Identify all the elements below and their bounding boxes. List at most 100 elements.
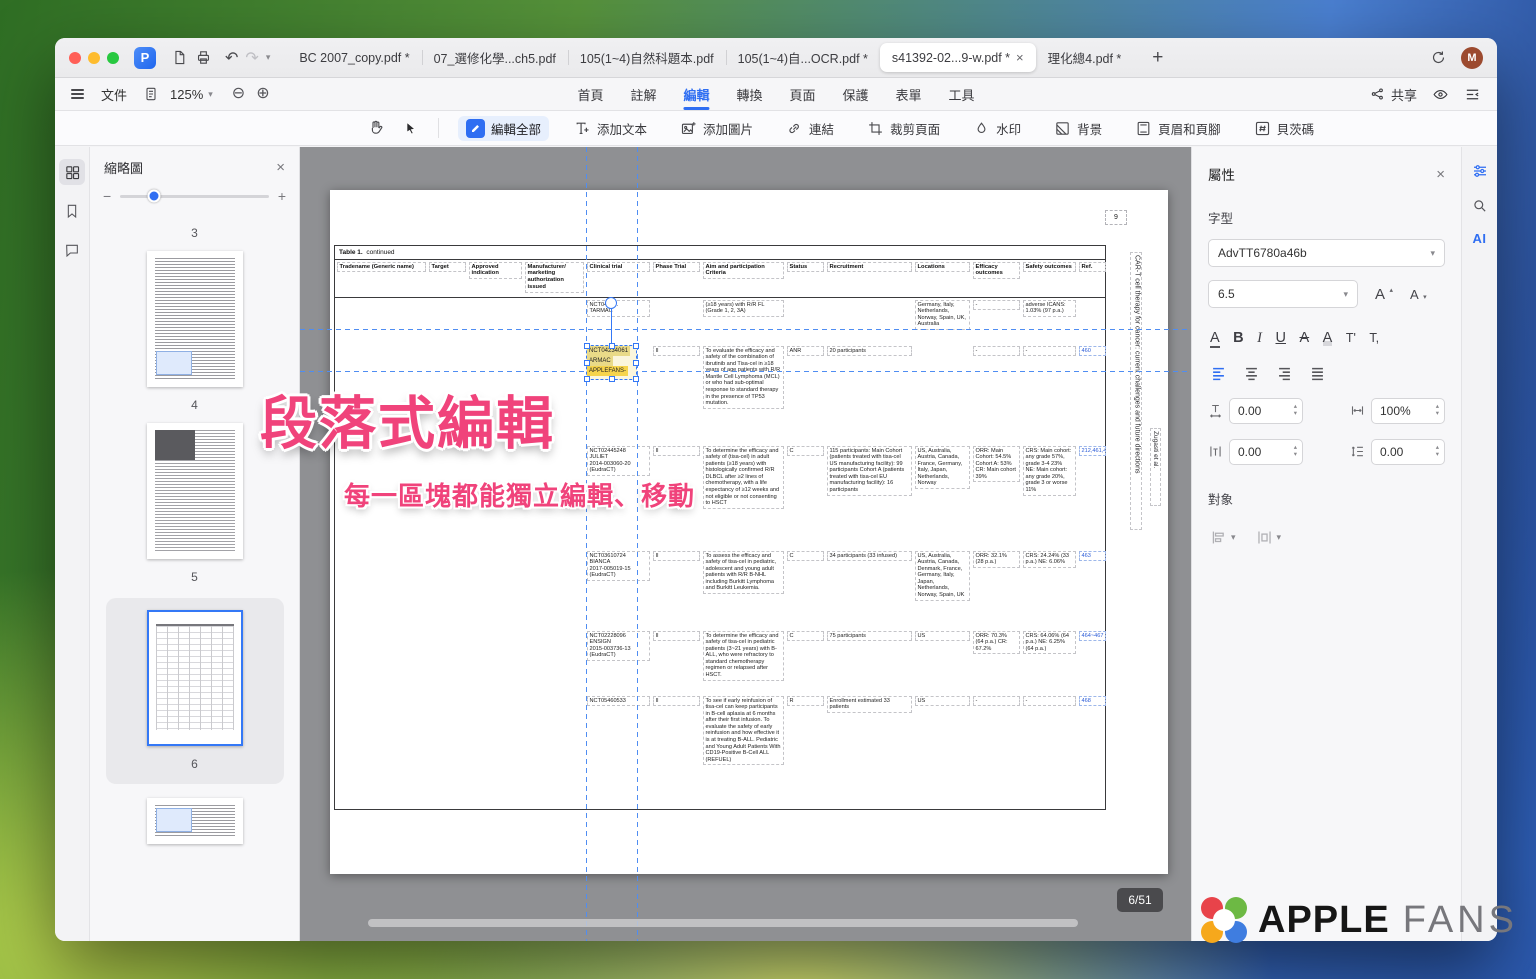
add-image-button[interactable]: 添加圖片 [672,116,761,141]
table-cell[interactable]: - [971,344,1021,444]
page-number-block[interactable]: 9 [1105,210,1127,225]
horizontal-scale-input[interactable]: 100% ▴▾ [1371,398,1445,424]
table-cell-text[interactable]: US, Australia, Austria, Canada, France, … [915,446,970,490]
document-canvas[interactable]: 9 CAR-T cell therapy for cancer: current… [300,147,1191,941]
font-family-select[interactable]: AdvTT6780a46b ▾ [1208,239,1445,267]
table-cell-text[interactable]: CRS: 24.24% (33 p.a.) NE: 6.06% [1023,551,1076,568]
table-cell[interactable]: 212,461,462 [1077,444,1107,549]
table-cell[interactable]: - [971,298,1021,344]
thumbnail-zoom-out-icon[interactable]: − [103,188,111,204]
selection-handle[interactable] [584,343,590,349]
page-fit-icon[interactable] [143,86,159,102]
zoom-out-button[interactable]: ⊖ [232,86,245,102]
decrease-font-size-button[interactable]: A▾ [1410,287,1427,302]
hand-tool[interactable] [367,119,385,137]
table-cell-text[interactable]: - [1023,696,1076,707]
table-cell-text[interactable]: NCT03610724 BIANCA 2017-005019-15 (Eudra… [587,551,650,581]
selection-handle[interactable] [609,343,615,349]
table-cell[interactable]: 464~467 [1077,629,1107,694]
table-cell[interactable] [785,298,825,344]
ai-assistant-button[interactable]: AI [1473,231,1487,246]
table-cell-text[interactable]: II [653,446,700,457]
tab-close-icon[interactable]: × [1016,50,1024,65]
table-cell[interactable]: 115 participants: Main Cohort (patients … [825,444,913,549]
align-center-button[interactable] [1243,365,1260,383]
table-cell-text[interactable]: 212,461,462 [1079,446,1106,457]
table-cell[interactable]: ANR [785,344,825,444]
new-tab-button[interactable]: + [1152,48,1163,67]
align-objects-dropdown[interactable]: ▾ [1210,529,1236,546]
table-cell[interactable]: 468 [1077,694,1107,809]
strikethrough-button[interactable]: A [1299,330,1309,346]
page-thumbnail[interactable] [147,610,243,746]
stepper-arrows[interactable]: ▴▾ [1436,404,1439,417]
article-side-author[interactable]: Zugasti et al. [1150,428,1161,506]
table-cell-text[interactable]: To determine the efficacy and safety of … [703,631,784,681]
table-cell[interactable]: II [651,444,701,549]
page-thumbnail[interactable] [147,423,243,559]
crop-page-button[interactable]: 裁剪頁面 [859,116,948,141]
table-cell-text[interactable]: US [915,631,970,642]
table-cell[interactable]: II [651,694,701,809]
properties-panel-button[interactable] [1471,162,1489,180]
table-cell[interactable]: ORR: Main Cohort: 54.5% Cohort A: 53% CR… [971,444,1021,549]
stepper-arrows[interactable]: ▴▾ [1294,404,1297,417]
background-button[interactable]: 背景 [1046,116,1110,141]
table-cell[interactable]: NCT02228096 ENSIGN 2015-003736-13 (Eudra… [585,629,651,694]
table-cell-text[interactable]: ORR: Main Cohort: 54.5% Cohort A: 53% CR… [973,446,1020,483]
align-right-button[interactable] [1276,365,1293,383]
superscript-button[interactable]: T' [1346,331,1356,345]
add-text-button[interactable]: 添加文本 [566,116,655,141]
slider-track[interactable] [120,195,269,198]
table-cell-text[interactable]: 115 participants: Main Cohort (patients … [827,446,912,496]
nav-tab[interactable]: 註解 [630,78,656,110]
table-cell[interactable]: To evaluate the efficacy and safety of t… [701,344,785,444]
table-cell-text[interactable]: ORR: 70.3% (64 p.a.) CR: 67.2% [973,631,1020,655]
italic-button[interactable]: I [1257,330,1262,347]
table-cell[interactable]: - [971,694,1021,809]
nav-tab[interactable]: 工具 [949,78,975,110]
table-cell[interactable] [825,298,913,344]
font-size-select[interactable]: 6.5 ▾ [1208,280,1358,308]
table-cell[interactable] [1077,298,1107,344]
thumbnail-panel-close-icon[interactable]: × [276,159,285,176]
word-spacing-input[interactable]: 0.00 ▴▾ [1229,439,1303,465]
selection-box[interactable]: NCT04234061ARMACAPPLEFANS- [586,345,637,380]
header-footer-button[interactable]: 頁眉和頁腳 [1127,116,1229,141]
sync-icon[interactable] [1430,49,1447,66]
zoom-chevron-icon[interactable]: ▾ [208,89,213,100]
table-cell-text[interactable]: 34 participants (33 infused) [827,551,912,562]
table-cell-text[interactable]: Enrollment estimated 33 patients [827,696,912,713]
table-cell-text[interactable]: C [787,631,824,642]
table-cell[interactable]: II [651,344,701,444]
properties-close-icon[interactable]: × [1436,166,1445,183]
new-file-icon[interactable] [171,49,188,66]
table-cell[interactable]: C [785,444,825,549]
table-cell[interactable]: CRS: Main cohort: any grade 57%, grade 3… [1021,444,1077,549]
distribute-objects-dropdown[interactable]: ▾ [1256,529,1282,546]
table-cell[interactable]: 34 participants (33 infused) [825,549,913,629]
table-cell[interactable]: Germany, Italy, Netherlands, Norway, Spa… [913,298,971,344]
table-cell-text[interactable]: II [653,696,700,707]
table-cell-text[interactable]: 464~467 [1079,631,1106,642]
share-button[interactable]: 共享 [1370,85,1417,104]
selection-text[interactable]: NCT04234061ARMACAPPLEFANS- [587,346,636,376]
link-button[interactable]: 連結 [778,116,842,141]
table-cell[interactable]: NCT03610724 BIANCA 2017-005019-15 (Eudra… [585,549,651,629]
table-cell-text[interactable]: - [973,346,1020,357]
nav-tab[interactable]: 保護 [843,78,869,110]
watermark-button[interactable]: 水印 [965,116,1029,141]
highlight-button[interactable]: A [1323,330,1333,346]
nav-tab[interactable]: 頁面 [790,78,816,110]
document-tab[interactable]: 105(1~4)自然科題本.pdf [568,43,726,72]
nav-tab[interactable]: 編輯 [683,78,709,110]
table-cell[interactable]: C [785,629,825,694]
bates-number-button[interactable]: 貝茨碼 [1246,116,1323,141]
table-caption[interactable]: Table 1. continued [335,246,1105,260]
collapse-toolbar-icon[interactable] [1464,86,1481,103]
file-menu[interactable]: 文件 [71,85,127,104]
table-cell[interactable] [651,298,701,344]
read-mode-icon[interactable] [1432,86,1449,103]
table-cell[interactable]: To assess the efficacy and safety of tis… [701,549,785,629]
nav-tab[interactable]: 首頁 [577,78,603,110]
